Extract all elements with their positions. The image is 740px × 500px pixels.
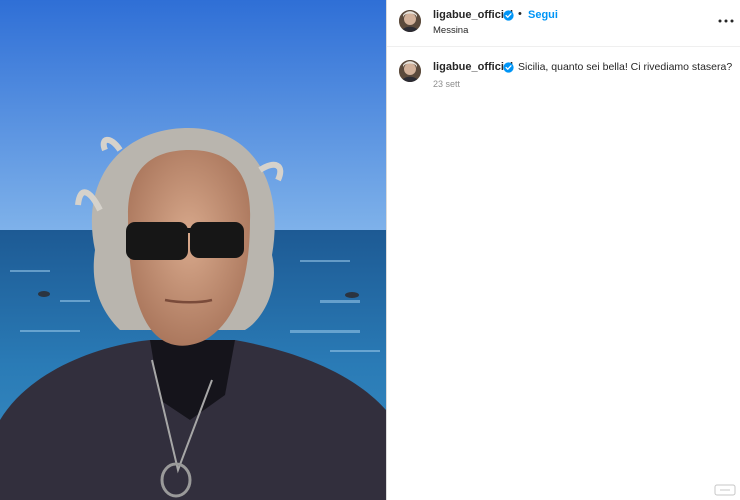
author-username[interactable]: ligabue_official: [433, 9, 513, 21]
selfie-image: [0, 0, 386, 500]
follow-button[interactable]: Segui: [528, 9, 558, 21]
post-header: ligabue_official • Segui Messina: [387, 0, 740, 47]
caption-author-username[interactable]: ligabue_official: [433, 61, 513, 73]
caption-text: Sicilia, quanto sei bella! Ci rivediamo …: [518, 61, 733, 73]
verified-badge-icon: [503, 10, 514, 21]
post-details-panel: ligabue_official • Segui Messina ligabue…: [387, 0, 740, 500]
post-date[interactable]: 23 sett: [433, 79, 460, 89]
separator-dot: •: [518, 8, 522, 20]
author-avatar[interactable]: [399, 10, 421, 32]
post-location[interactable]: Messina: [433, 25, 468, 36]
more-options-icon[interactable]: [716, 14, 736, 28]
caption-verified-badge-icon: [503, 62, 514, 73]
post-photo[interactable]: [0, 0, 386, 500]
expand-icon[interactable]: [714, 484, 736, 496]
caption-author-avatar[interactable]: [399, 60, 421, 82]
